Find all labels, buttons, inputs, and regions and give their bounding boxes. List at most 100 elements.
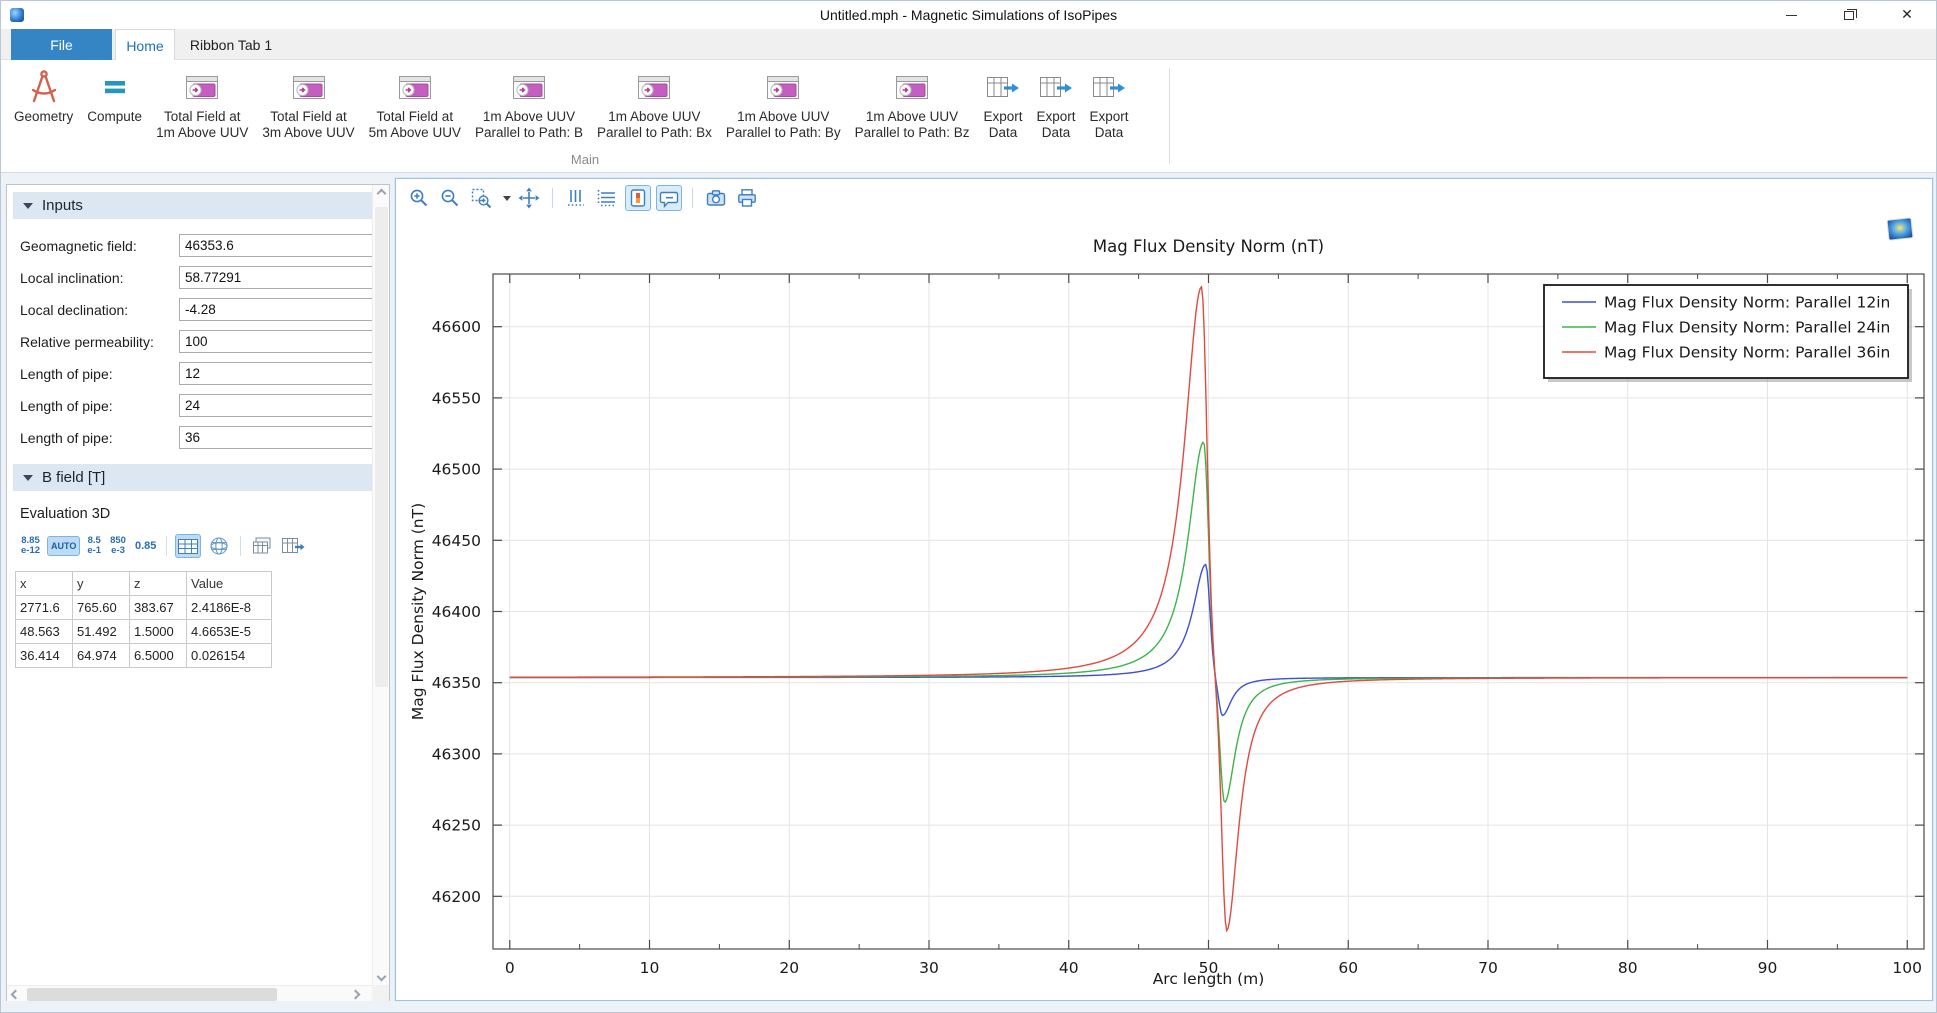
scroll-up-button[interactable] bbox=[373, 185, 390, 202]
field-label: Relative permeability: bbox=[20, 330, 154, 354]
ribbon-button-parallel-bz[interactable]: 1m Above UUVParallel to Path: Bz bbox=[848, 63, 977, 141]
y-tick-label: 46350 bbox=[432, 674, 481, 692]
ribbon-button-total-field-5m[interactable]: Total Field at5m Above UUV bbox=[362, 63, 468, 141]
zoom-extents-button[interactable] bbox=[516, 185, 542, 211]
table-cell: 0.026154 bbox=[187, 644, 272, 668]
close-button[interactable]: ✕ bbox=[1878, 1, 1936, 29]
zoom-in-button[interactable] bbox=[406, 185, 432, 211]
ribbon-button-label: 1m Above UUVParallel to Path: By bbox=[726, 109, 841, 141]
snapshot-button[interactable] bbox=[703, 185, 729, 211]
zoom-out-button[interactable] bbox=[437, 185, 463, 211]
ribbon-button-label: Geometry bbox=[14, 109, 73, 125]
table-header-Value[interactable]: Value bbox=[187, 572, 272, 596]
field-input-6[interactable] bbox=[179, 426, 375, 449]
section-header-bfield[interactable]: B field [T] bbox=[13, 464, 373, 491]
collapse-triangle-icon bbox=[23, 475, 33, 481]
ribbon-button-export-data-3[interactable]: ExportData bbox=[1083, 63, 1136, 141]
ribbon-button-total-field-3m[interactable]: Total Field at3m Above UUV bbox=[255, 63, 361, 141]
export-icon bbox=[986, 65, 1020, 109]
copy-table-icon[interactable] bbox=[249, 534, 275, 558]
grid-button[interactable] bbox=[594, 185, 620, 211]
field-label: Length of pipe: bbox=[20, 394, 113, 418]
y-tick-label: 46550 bbox=[432, 389, 481, 407]
scroll-down-button[interactable] bbox=[373, 968, 390, 985]
ribbon-button-export-data-2[interactable]: ExportData bbox=[1029, 63, 1082, 141]
table-cell: 1.5000 bbox=[130, 620, 187, 644]
precision-decimal-button[interactable]: 0.85 bbox=[133, 540, 158, 552]
scrollbar-corner bbox=[372, 985, 389, 1002]
dropdown-caret-icon[interactable] bbox=[503, 196, 511, 201]
ribbon-button-geometry[interactable]: Geometry bbox=[7, 63, 80, 125]
ribbon-button-compute[interactable]: Compute bbox=[80, 63, 149, 125]
table-header-y[interactable]: y bbox=[73, 572, 130, 596]
field-label: Local declination: bbox=[20, 298, 128, 322]
tab-file[interactable]: File bbox=[11, 29, 112, 60]
field-input-0[interactable] bbox=[179, 234, 375, 257]
ribbon-button-parallel-bx[interactable]: 1m Above UUVParallel to Path: Bx bbox=[590, 63, 719, 141]
table-row[interactable]: 36.41464.9746.50000.026154 bbox=[16, 644, 272, 668]
plot-window-icon bbox=[766, 65, 800, 109]
vertical-scrollbar[interactable] bbox=[372, 185, 389, 985]
y-tick-label: 46250 bbox=[432, 817, 481, 835]
table-cell: 51.492 bbox=[73, 620, 130, 644]
plot-window-icon bbox=[185, 65, 219, 109]
axis-settings-button[interactable] bbox=[563, 185, 589, 211]
ribbon-button-parallel-b[interactable]: 1m Above UUVParallel to Path: B bbox=[468, 63, 590, 141]
field-input-1[interactable] bbox=[179, 266, 375, 289]
export-table-icon[interactable] bbox=[280, 534, 306, 558]
field-input-2[interactable] bbox=[179, 298, 375, 321]
section-title: Inputs bbox=[42, 197, 83, 214]
minimize-button[interactable] bbox=[1762, 1, 1820, 29]
section-header-inputs[interactable]: Inputs bbox=[13, 192, 373, 219]
precision-auto-button[interactable]: AUTO bbox=[47, 536, 80, 556]
ribbon-button-total-field-1m[interactable]: Total Field at1m Above UUV bbox=[149, 63, 255, 141]
tooltip-toggle-button[interactable] bbox=[656, 185, 682, 211]
tab-ribbon-tab-1[interactable]: Ribbon Tab 1 bbox=[178, 29, 284, 60]
field-input-4[interactable] bbox=[179, 362, 375, 385]
x-tick-label: 20 bbox=[779, 959, 799, 977]
y-tick-label: 46300 bbox=[432, 745, 481, 763]
main-content: Inputs Geomagnetic field:Local inclinati… bbox=[1, 173, 1936, 1001]
minimize-icon bbox=[1786, 15, 1797, 16]
ribbon-button-parallel-by[interactable]: 1m Above UUVParallel to Path: By bbox=[719, 63, 848, 141]
sphere-view-icon[interactable] bbox=[206, 534, 232, 558]
precision-fixed-button[interactable]: 8.85e-12 bbox=[19, 535, 42, 557]
print-button[interactable] bbox=[734, 185, 760, 211]
ribbon-button-label: ExportData bbox=[983, 109, 1022, 141]
chevron-left-icon bbox=[11, 990, 21, 1000]
restore-icon bbox=[1844, 11, 1854, 20]
precision-engineering-button[interactable]: 850e-3 bbox=[108, 535, 128, 557]
x-tick-label: 80 bbox=[1618, 959, 1638, 977]
field-input-3[interactable] bbox=[179, 330, 375, 353]
table-view-icon[interactable] bbox=[175, 534, 201, 558]
table-row[interactable]: 48.56351.4921.50004.6653E-5 bbox=[16, 620, 272, 644]
graphics-toolbar bbox=[406, 184, 760, 212]
section-title: B field [T] bbox=[42, 469, 105, 486]
table-header-z[interactable]: z bbox=[130, 572, 187, 596]
table-cell: 4.6653E-5 bbox=[187, 620, 272, 644]
ribbon-button-export-data-1[interactable]: ExportData bbox=[976, 63, 1029, 141]
x-axis-label: Arc length (m) bbox=[1153, 970, 1265, 988]
zoom-box-button[interactable] bbox=[468, 185, 494, 211]
evaluation-table: xyzValue2771.6765.60383.672.4186E-848.56… bbox=[15, 571, 272, 668]
tab-home[interactable]: Home bbox=[115, 29, 175, 61]
table-header-x[interactable]: x bbox=[16, 572, 73, 596]
x-tick-label: 100 bbox=[1892, 959, 1922, 977]
plot-canvas[interactable]: 0102030405060708090100462004625046300463… bbox=[396, 215, 1932, 1001]
chevron-up-icon bbox=[377, 189, 387, 199]
horizontal-scrollbar[interactable] bbox=[7, 985, 374, 1002]
precision-scientific-button[interactable]: 8.5e-1 bbox=[85, 535, 103, 557]
legend-toggle-button[interactable] bbox=[625, 185, 651, 211]
title-bar: Untitled.mph - Magnetic Simulations of I… bbox=[1, 1, 1936, 29]
x-tick-label: 10 bbox=[640, 959, 660, 977]
field-input-5[interactable] bbox=[179, 394, 375, 417]
collapse-triangle-icon bbox=[23, 203, 33, 209]
table-row[interactable]: 2771.6765.60383.672.4186E-8 bbox=[16, 596, 272, 620]
table-cell: 383.67 bbox=[130, 596, 187, 620]
scrollbar-thumb[interactable] bbox=[27, 988, 277, 1001]
scrollbar-thumb[interactable] bbox=[375, 207, 388, 687]
toolbar-separator bbox=[692, 188, 693, 208]
evaluation-label: Evaluation 3D bbox=[20, 506, 110, 522]
restore-button[interactable] bbox=[1820, 1, 1878, 29]
x-tick-label: 0 bbox=[505, 959, 515, 977]
